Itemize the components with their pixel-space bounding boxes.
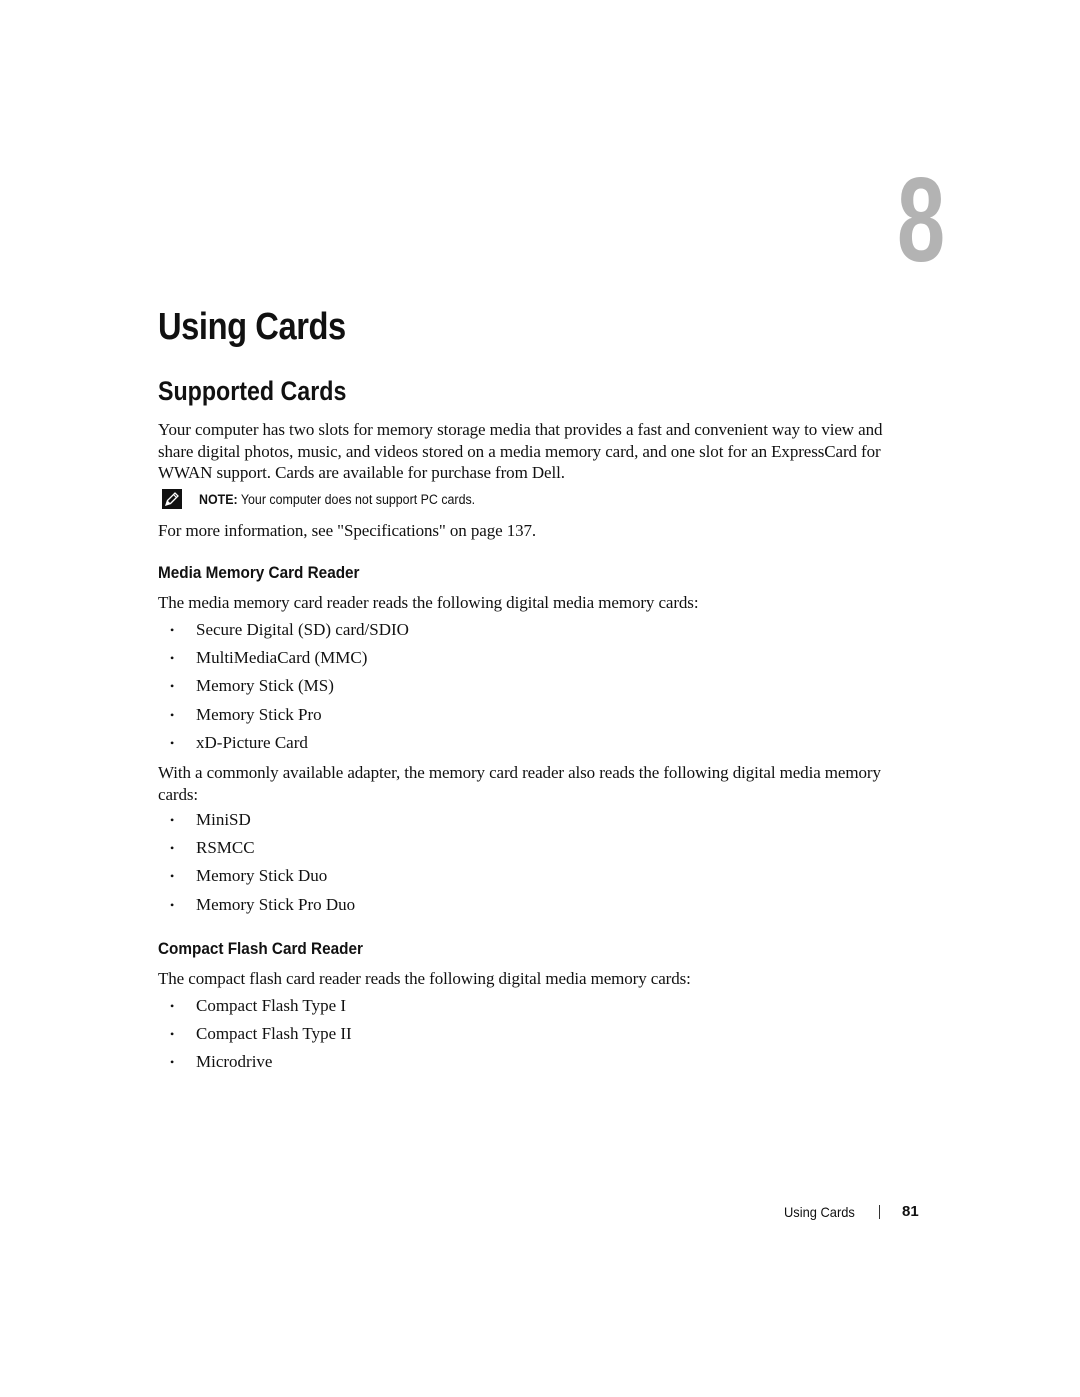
bullet-icon: • [170, 897, 175, 912]
list-item: • Memory Stick Pro Duo [158, 891, 355, 919]
chapter-number: 8 [896, 153, 946, 287]
footer-divider [879, 1204, 881, 1219]
list-item-text: Memory Stick Duo [196, 866, 328, 886]
list-item-text: Secure Digital (SD) card/SDIO [196, 620, 409, 639]
page-number: 81 [902, 1203, 919, 1220]
cf-card-list: • Compact Flash Type I • Compact Flash Typ… [158, 992, 352, 1077]
list-item: • xD-Picture Card [158, 729, 409, 757]
list-item-text: Compact Flash Type II [196, 1024, 352, 1044]
bullet-icon: • [170, 623, 175, 637]
cf-reader-intro: The compact flash card reader reads the … [158, 969, 691, 988]
adapter-paragraph: With a commonly available adapter, the m… [158, 763, 881, 804]
list-item: • Memory Stick Duo [158, 862, 355, 890]
bullet-icon: • [170, 1055, 175, 1070]
section-title: Supported Cards [158, 376, 347, 406]
list-item-text: xD-Picture Card [196, 732, 308, 752]
bullet-icon: • [170, 869, 175, 884]
list-item: • Compact Flash Type II [158, 1020, 352, 1048]
bullet-icon: • [170, 651, 175, 666]
list-item: • RSMCC [158, 834, 355, 862]
page-footer: Using Cards 81 [784, 1203, 919, 1220]
media-reader-intro: The media memory card reader reads the f… [158, 593, 699, 612]
note-label: NOTE: [199, 491, 238, 507]
list-item: • Memory Stick Pro [158, 701, 409, 729]
footer-chapter-title: Using Cards [784, 1203, 855, 1220]
chapter-title: Using Cards [158, 306, 346, 348]
bullet-icon: • [170, 813, 175, 827]
media-reader-card-list: • Secure Digital (SD) card/SDIO • MultiMed… [158, 616, 409, 757]
list-item: • Microdrive [158, 1048, 352, 1076]
bullet-icon: • [170, 841, 175, 856]
list-item-text: MiniSD [196, 810, 251, 829]
intro-paragraph: Your computer has two slots for memory s… [158, 420, 883, 482]
note-body: Your computer does not support PC cards. [237, 491, 476, 507]
pencil-note-icon [162, 489, 182, 509]
bullet-icon: • [170, 999, 175, 1013]
more-info-paragraph: For more information, see "Specification… [158, 521, 537, 540]
bullet-icon: • [170, 679, 175, 694]
list-item-text: Memory Stick Pro [196, 704, 322, 724]
list-item-text: Memory Stick Pro Duo [196, 894, 356, 914]
list-item: • Memory Stick (MS) [158, 672, 409, 700]
list-item-text: Compact Flash Type I [196, 996, 347, 1015]
list-item-text: MultiMediaCard (MMC) [196, 648, 368, 668]
bullet-icon: • [170, 707, 175, 722]
list-item-text: RSMCC [196, 838, 255, 858]
list-item: • MiniSD [158, 806, 355, 834]
list-item: • Compact Flash Type I [158, 992, 352, 1020]
adapter-card-list: • MiniSD • RSMCC • Memory Stick Duo • Memory… [158, 806, 355, 919]
bullet-icon: • [170, 735, 175, 750]
media-reader-heading: Media Memory Card Reader [158, 563, 360, 582]
list-item-text: Microdrive [196, 1052, 273, 1072]
note-text: NOTE: Your computer does not support PC … [199, 492, 475, 507]
list-item: • MultiMediaCard (MMC) [158, 644, 409, 672]
cf-reader-heading: Compact Flash Card Reader [158, 939, 363, 958]
list-item: • Secure Digital (SD) card/SDIO [158, 616, 409, 644]
note-callout: NOTE: Your computer does not support PC … [162, 489, 499, 509]
list-item-text: Memory Stick (MS) [196, 676, 334, 696]
bullet-icon: • [170, 1027, 175, 1042]
